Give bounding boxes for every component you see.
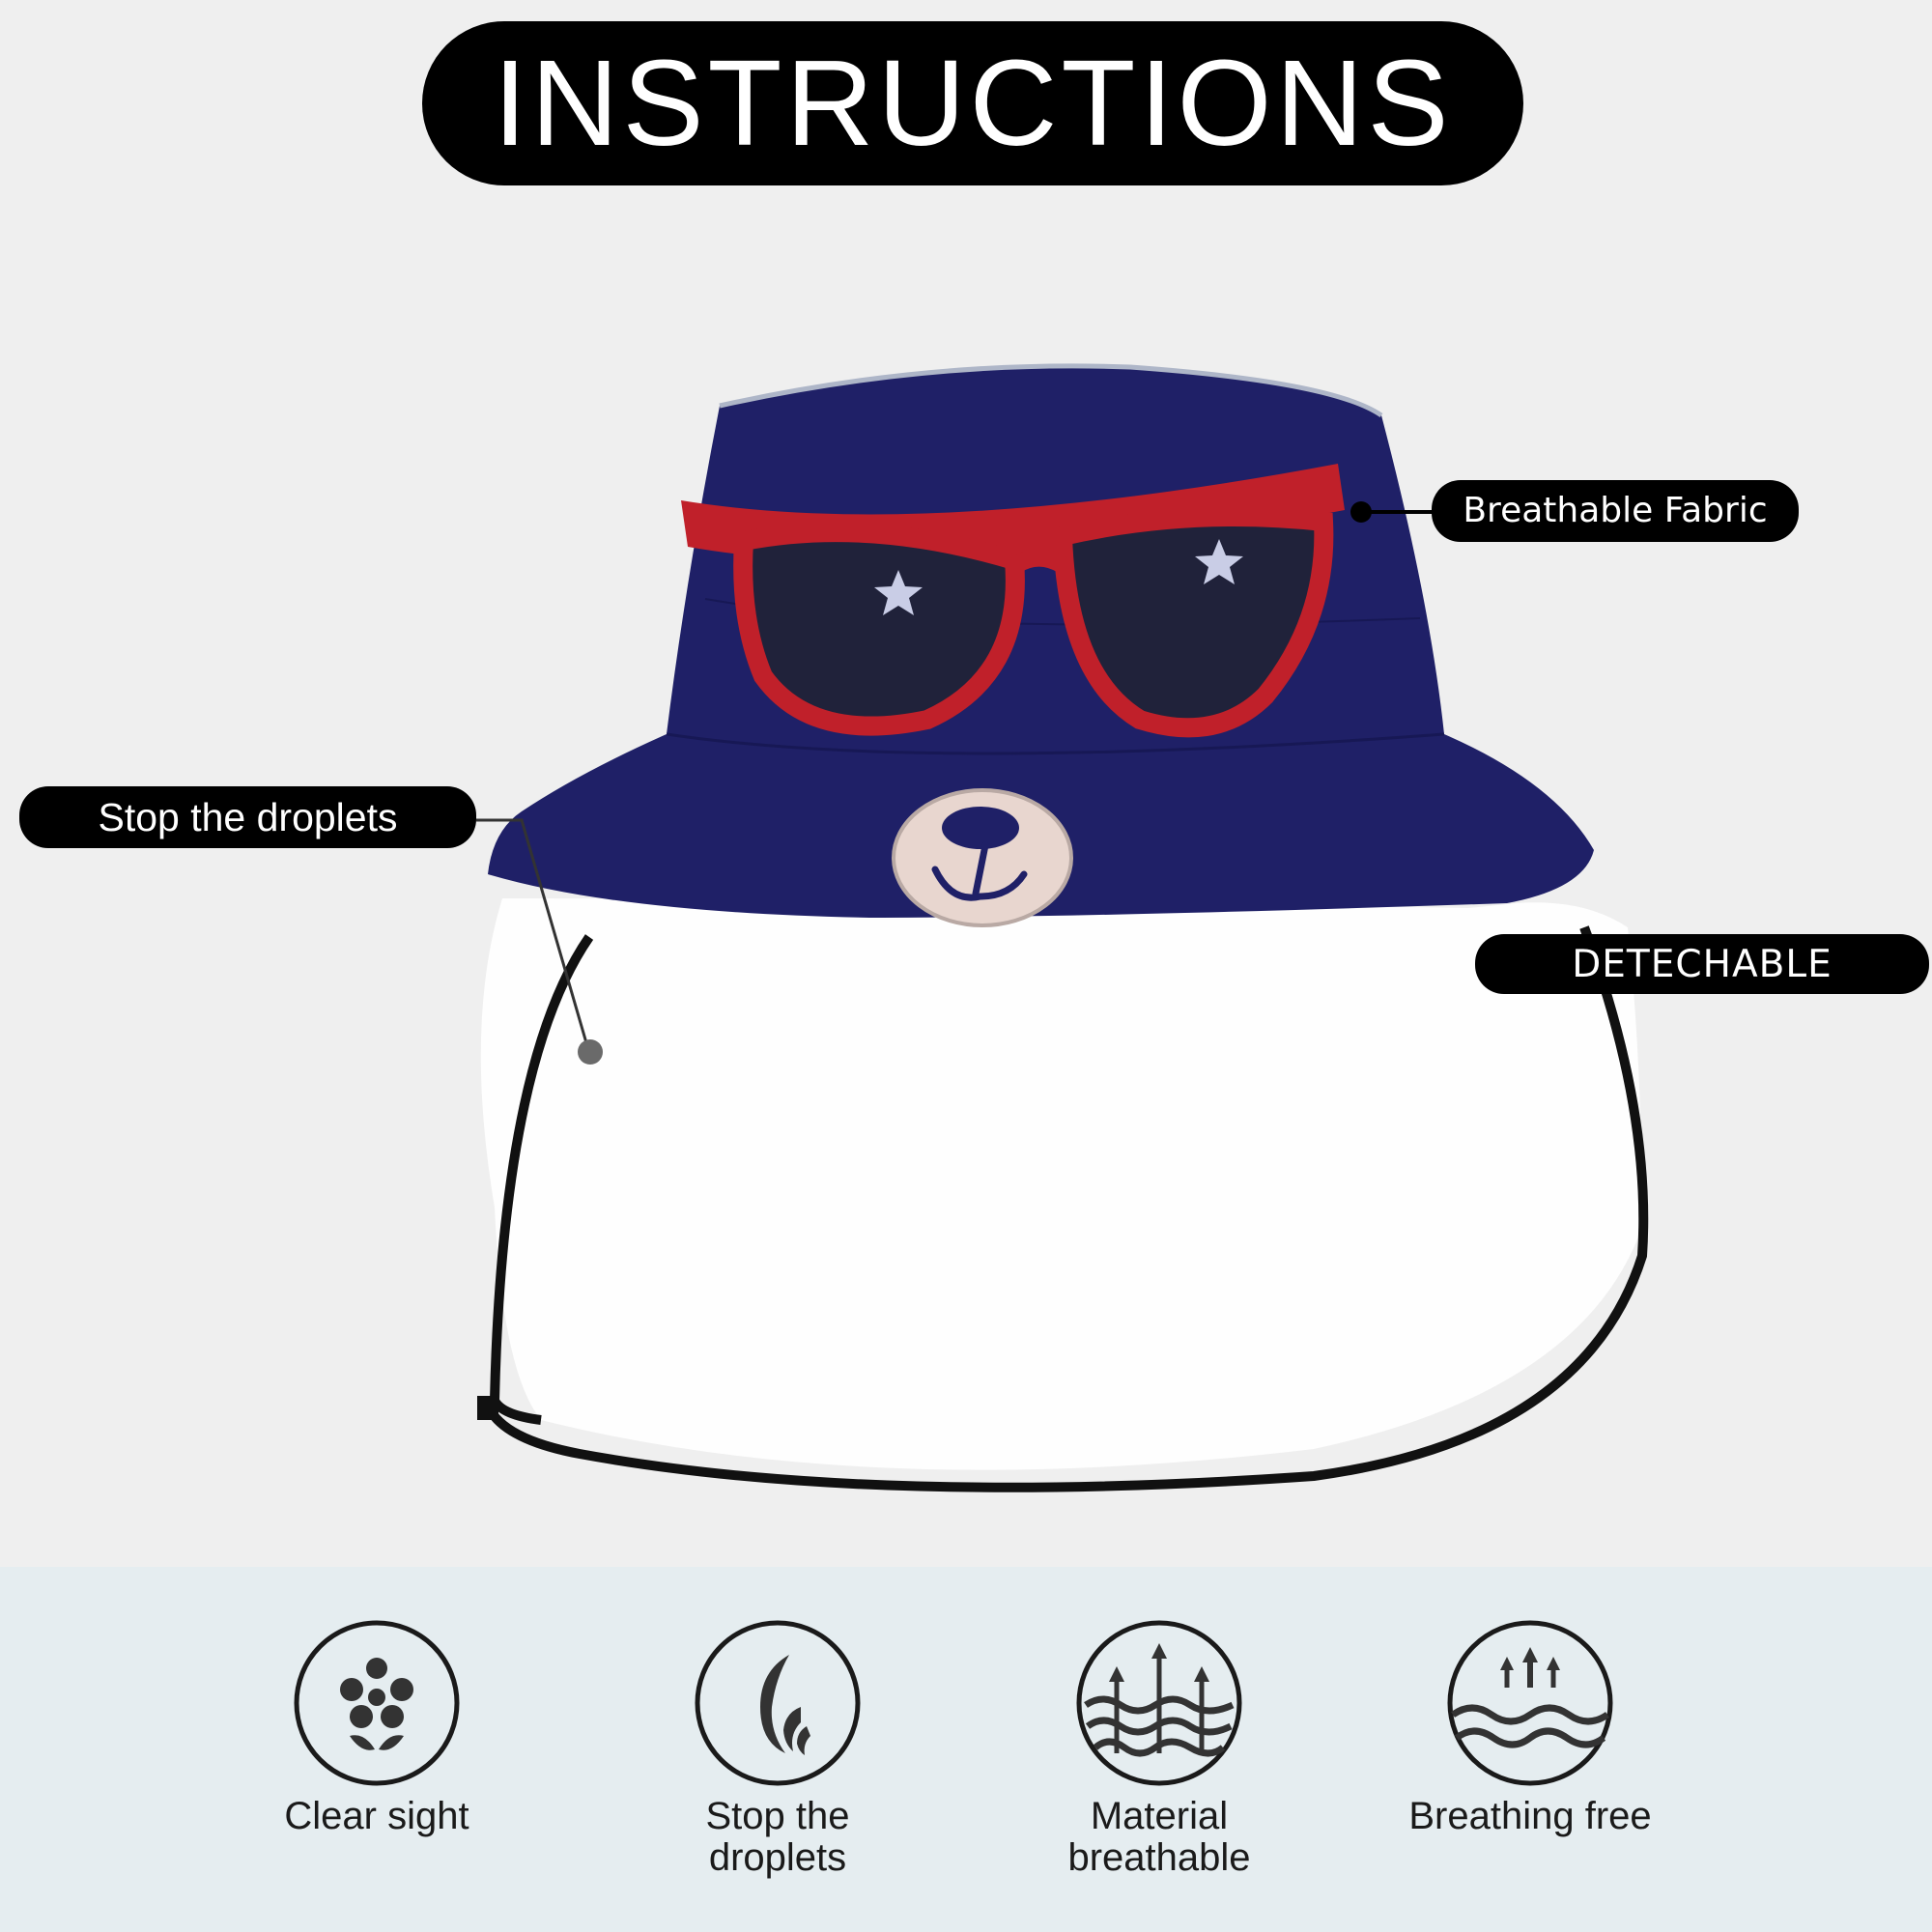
hat-illustration (476, 363, 1649, 1492)
clear-sight-icon (294, 1620, 460, 1786)
bear-nose-patch (892, 788, 1073, 927)
feature-label: Clear sight (284, 1795, 469, 1837)
feature-clear-sight: Clear sight (222, 1618, 531, 1837)
breathable-fabric-label: Breathable Fabric (1463, 491, 1768, 530)
breathing-free-icon (1447, 1620, 1613, 1786)
feature-label: Breathing free (1408, 1795, 1652, 1837)
stop-droplets-callout: Stop the droplets (19, 786, 476, 848)
feature-label: Material breathable (1067, 1795, 1251, 1879)
detachable-label: DETECHABLE (1572, 942, 1833, 986)
detachable-callout: DETECHABLE (1475, 934, 1929, 994)
droplet-shield-icon (695, 1620, 861, 1786)
feature-label: Stop the droplets (705, 1795, 850, 1879)
stop-droplets-label: Stop the droplets (98, 794, 398, 839)
breathable-material-icon (1076, 1620, 1242, 1786)
feature-breathing-free: Breathing free (1376, 1618, 1685, 1837)
face-shield (477, 898, 1649, 1492)
breathable-fabric-callout: Breathable Fabric (1432, 480, 1799, 542)
feature-material-breathable: Material breathable (1005, 1618, 1314, 1879)
feature-stop-droplets: Stop the droplets (623, 1618, 932, 1879)
